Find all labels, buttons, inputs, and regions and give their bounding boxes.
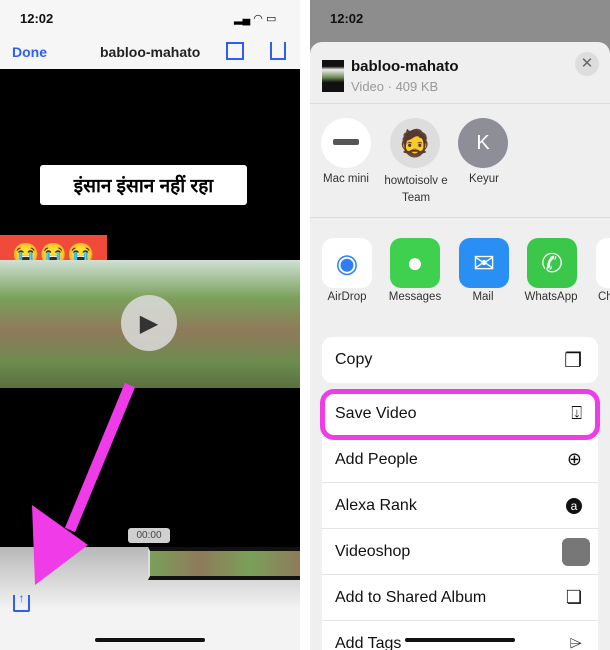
person-mac-mini[interactable] — [321, 118, 371, 168]
app-label: Ch — [598, 291, 610, 303]
person-label: howtoisolv e Team — [384, 175, 448, 204]
action-label: Add Tags — [335, 634, 402, 650]
person-label: Mac mini — [322, 173, 369, 185]
action-label: Alexa Rank — [335, 496, 417, 514]
pink-arrow-annotation — [32, 382, 136, 585]
share-sheet-screen: 12:02 babloo-mahato Video · 409 KB ✕ Mac… — [310, 0, 610, 650]
person-howtoisolve[interactable]: 🧔 — [390, 118, 440, 168]
videoshop-icon — [562, 537, 590, 566]
copy-icon: ❐ — [564, 349, 582, 372]
video-editor-screen: 12:02 ▂▄ ◠ ▭ Done babloo-mahato इंसान इं… — [0, 0, 300, 650]
action-alexa-rank[interactable]: Alexa Rank a — [322, 483, 598, 529]
close-button[interactable]: ✕ — [575, 52, 599, 76]
action-add-people[interactable]: Add People ⊕ — [322, 437, 598, 483]
divider — [310, 103, 610, 104]
file-meta: Video · 409 KB — [351, 79, 439, 94]
messages-app[interactable]: ● — [390, 238, 440, 288]
home-indicator — [405, 638, 515, 642]
app-label: Mail — [472, 291, 494, 303]
action-copy[interactable]: Copy ❐ — [322, 337, 598, 383]
mail-app[interactable]: ✉ — [459, 238, 509, 288]
airdrop-app[interactable]: ◉ — [322, 238, 372, 288]
person-keyur[interactable]: K — [458, 118, 508, 168]
action-label: Videoshop — [335, 542, 411, 560]
person-label: Keyur — [468, 173, 500, 185]
shared-album-icon: ❏ — [565, 587, 582, 607]
app-label: Messages — [388, 291, 442, 303]
action-label: Add to Shared Album — [335, 588, 487, 606]
app-label: AirDrop — [327, 291, 367, 303]
add-people-icon: ⊕ — [566, 449, 582, 469]
whatsapp-app[interactable]: ✆ — [527, 238, 577, 288]
action-add-shared-album[interactable]: Add to Shared Album ❏ — [322, 575, 598, 621]
action-label: Add People — [335, 450, 418, 468]
highlight-annotation — [320, 389, 600, 440]
app-label: WhatsApp — [524, 291, 578, 303]
file-thumbnail — [322, 60, 344, 92]
action-label: Copy — [335, 351, 373, 368]
status-time: 12:02 — [330, 11, 364, 26]
mac-mini-icon — [333, 139, 359, 145]
alexa-icon: a — [566, 497, 582, 514]
tag-icon: ⌲ — [569, 634, 582, 650]
chrome-app[interactable] — [596, 238, 610, 288]
divider — [310, 217, 610, 218]
file-name: babloo-mahato — [351, 58, 459, 75]
action-videoshop[interactable]: Videoshop — [322, 529, 598, 575]
share-sheet: babloo-mahato Video · 409 KB ✕ Mac mini … — [310, 42, 610, 650]
action-add-tags[interactable]: Add Tags ⌲ — [322, 621, 598, 650]
